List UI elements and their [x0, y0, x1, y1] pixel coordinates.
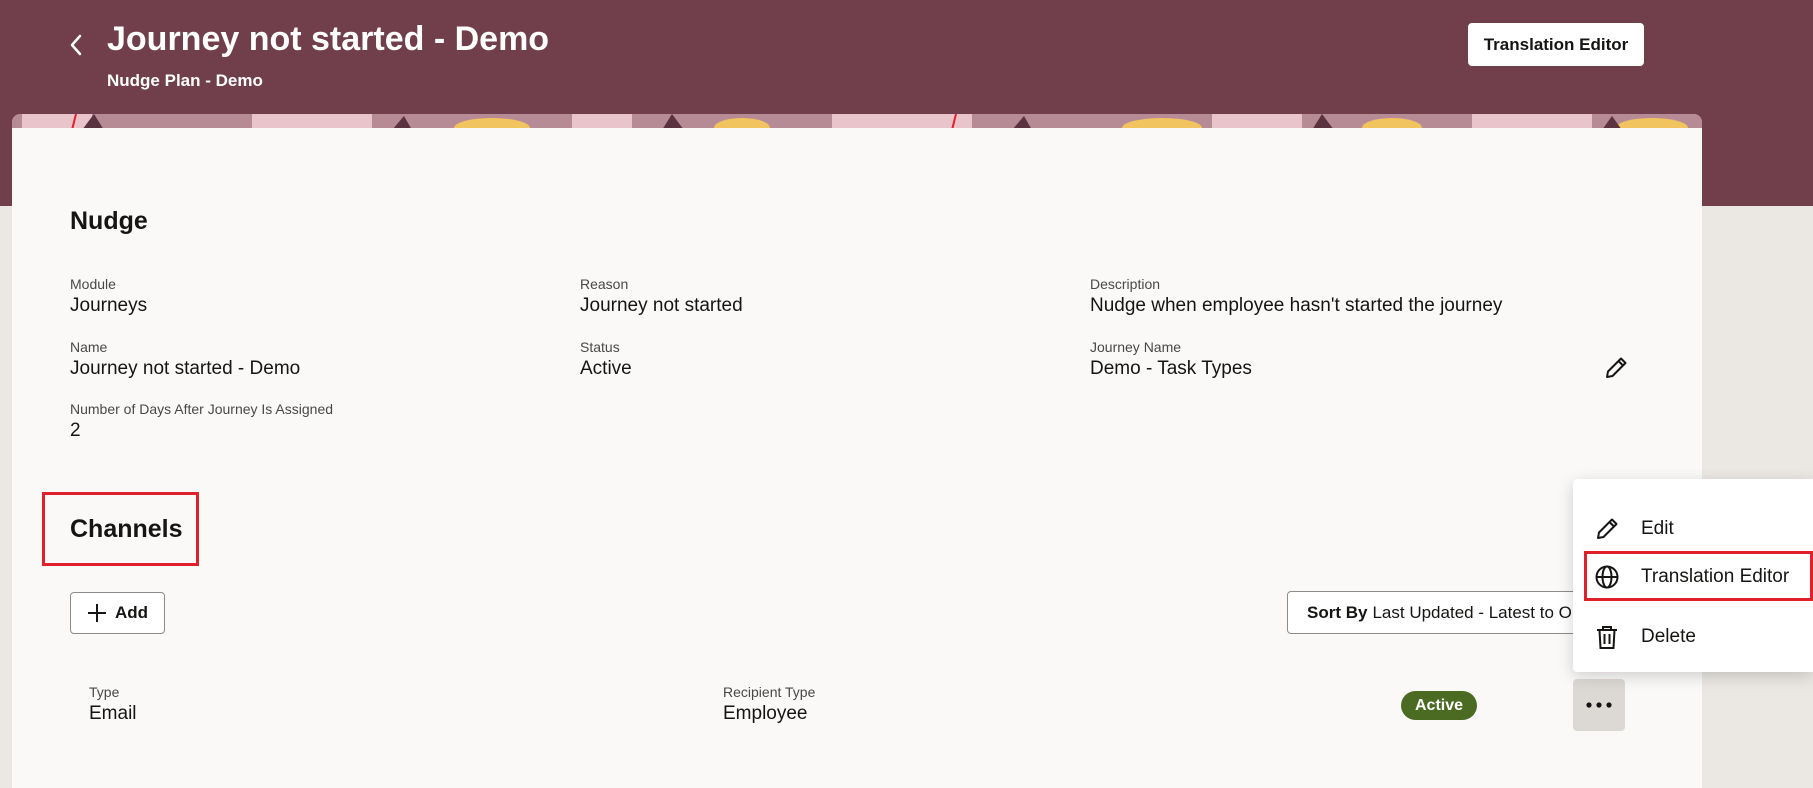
- reason-label: Reason: [580, 276, 629, 292]
- plus-icon: [87, 604, 106, 622]
- channels-section-title: Channels: [70, 515, 183, 543]
- translation-editor-button[interactable]: Translation Editor: [1468, 23, 1644, 66]
- status-value: Active: [580, 358, 632, 379]
- description-value: Nudge when employee hasn't started the j…: [1090, 295, 1503, 316]
- journey-name-field: Journey Name Demo - Task Types: [1090, 338, 1252, 381]
- menu-item-edit-label: Edit: [1641, 518, 1674, 539]
- status-label: Status: [580, 339, 620, 355]
- recipient-type-label: Recipient Type: [723, 684, 816, 700]
- channel-type-value: Email: [89, 703, 137, 724]
- reason-field: Reason Journey not started: [580, 275, 743, 318]
- description-field: Description Nudge when employee hasn't s…: [1090, 275, 1502, 318]
- name-field: Name Journey not started - Demo: [70, 338, 300, 381]
- menu-item-edit[interactable]: Edit: [1573, 503, 1813, 555]
- add-channel-button[interactable]: Add: [70, 592, 165, 634]
- module-value: Journeys: [70, 295, 148, 316]
- globe-icon: [1593, 563, 1621, 591]
- chevron-left-icon: [70, 34, 82, 56]
- menu-item-translation-editor-label: Translation Editor: [1641, 566, 1790, 587]
- sort-by-select[interactable]: Sort By Last Updated - Latest to Oldest: [1287, 591, 1587, 634]
- name-value: Journey not started - Demo: [70, 358, 301, 379]
- page-title: Journey not started - Demo: [107, 20, 550, 58]
- sort-by-value: Last Updated - Latest to Oldest: [1372, 602, 1587, 622]
- channel-type-label: Type: [89, 684, 120, 700]
- days-after-field: Number of Days After Journey Is Assigned…: [70, 400, 333, 443]
- recipient-type-value: Employee: [723, 703, 808, 724]
- edit-nudge-button[interactable]: [1600, 352, 1632, 384]
- sort-by-label: Sort By: [1307, 602, 1368, 622]
- description-label: Description: [1090, 276, 1161, 292]
- days-after-label: Number of Days After Journey Is Assigned: [70, 401, 334, 417]
- menu-item-delete-label: Delete: [1641, 626, 1696, 647]
- add-button-label: Add: [114, 603, 149, 622]
- ellipsis-icon: [1586, 702, 1612, 708]
- actions-menu: Edit Translation Editor Delete: [1573, 479, 1813, 672]
- module-field: Module Journeys: [70, 275, 147, 318]
- name-label: Name: [70, 339, 108, 355]
- reason-value: Journey not started: [580, 295, 743, 316]
- journey-name-value: Demo - Task Types: [1090, 358, 1252, 379]
- menu-item-translation-editor[interactable]: Translation Editor: [1573, 551, 1813, 603]
- module-label: Module: [70, 276, 116, 292]
- page-subtitle: Nudge Plan - Demo: [107, 71, 263, 90]
- status-badge: Active: [1401, 691, 1477, 720]
- days-after-value: 2: [70, 420, 81, 441]
- recipient-type-field: Recipient Type Employee: [723, 683, 815, 726]
- nudge-section-title: Nudge: [70, 207, 148, 235]
- pencil-icon: [1606, 357, 1627, 378]
- trash-icon: [1593, 623, 1621, 651]
- journey-name-label: Journey Name: [1090, 339, 1182, 355]
- channel-type-field: Type Email: [89, 683, 137, 726]
- status-field: Status Active: [580, 338, 632, 381]
- more-actions-button[interactable]: [1573, 679, 1625, 731]
- menu-item-delete[interactable]: Delete: [1573, 611, 1813, 663]
- content-panel: [12, 128, 1702, 788]
- back-button[interactable]: [62, 28, 90, 62]
- pencil-icon: [1593, 515, 1621, 543]
